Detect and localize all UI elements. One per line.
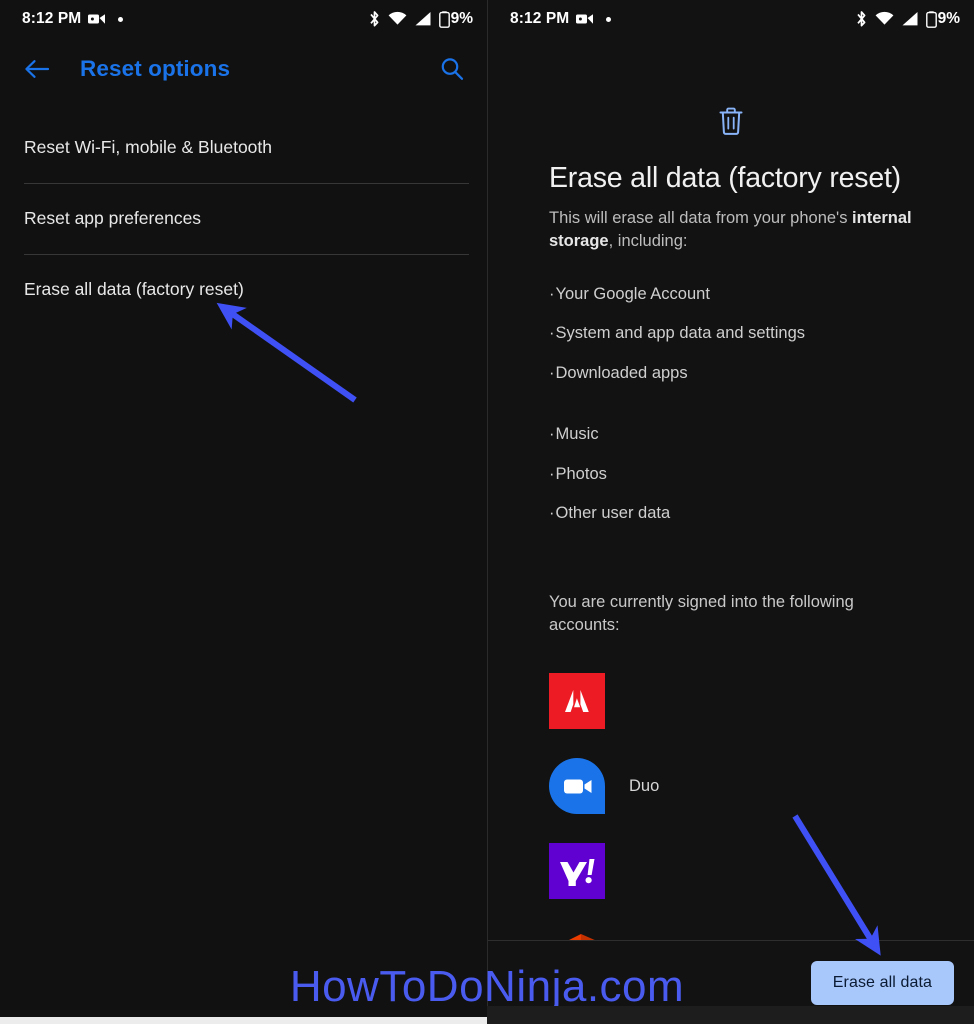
list-item: · Your Google Account (549, 274, 912, 314)
bullet-icon: · (549, 504, 555, 523)
status-bar-left-group: 8:12 PM (510, 10, 612, 28)
bluetooth-icon (855, 10, 868, 28)
cellular-signal-icon (414, 11, 432, 27)
list-item-label: Downloaded apps (555, 363, 688, 382)
page-title: Reset options (80, 56, 231, 81)
bullet-icon: · (549, 464, 555, 483)
right-phone-panel: 8:12 PM 9% Erase all data (factory reset… (487, 0, 974, 1024)
bluetooth-icon (368, 10, 381, 28)
bullet-icon: · (549, 425, 555, 444)
list-item-label: Reset app preferences (24, 208, 202, 228)
accounts-note: You are currently signed into the follow… (549, 593, 854, 635)
description-suffix: , including: (608, 231, 688, 250)
bullet-icon: · (549, 363, 555, 382)
list-item-erase-all-data[interactable]: Erase all data (factory reset) (0, 254, 487, 325)
status-bar-clock: 8:12 PM (510, 10, 570, 27)
trash-can-icon (549, 106, 912, 136)
list-item-reset-network[interactable]: Reset Wi-Fi, mobile & Bluetooth (0, 112, 487, 183)
dot-indicator (118, 16, 124, 22)
wifi-icon (388, 11, 407, 27)
dialog-description: This will erase all data from your phone… (549, 207, 912, 253)
list-item-label: Reset Wi-Fi, mobile & Bluetooth (24, 137, 273, 157)
bullet-icon: · (549, 324, 555, 343)
screen-record-icon (88, 12, 106, 26)
account-row-duo: Duo (549, 744, 912, 829)
list-item-label: System and app data and settings (555, 324, 806, 343)
list-item: · Downloaded apps (549, 353, 912, 393)
list-item: · Photos (549, 454, 912, 494)
factory-reset-body: Erase all data (factory reset) This will… (488, 106, 974, 999)
reset-options-list: Reset Wi-Fi, mobile & Bluetooth Reset ap… (0, 112, 487, 325)
left-toolbar: Reset options (0, 38, 487, 100)
cellular-signal-icon (901, 11, 919, 27)
account-row-yahoo (549, 829, 912, 914)
list-item-label: Erase all data (factory reset) (24, 279, 244, 299)
adobe-icon (549, 673, 605, 730)
status-bar-left-group: 8:12 PM (22, 10, 124, 28)
bottom-edge-left (0, 1017, 487, 1024)
battery-icon (438, 10, 450, 28)
battery-percentage: 9% (937, 10, 960, 27)
list-item: · System and app data and settings (549, 314, 912, 354)
account-label: Duo (629, 776, 660, 795)
description-prefix: This will erase all data from your phone… (549, 208, 853, 227)
duo-icon (549, 758, 605, 815)
dot-indicator (606, 16, 612, 22)
wifi-icon (875, 11, 894, 27)
erased-items-list: · Your Google Account · System and app dat… (549, 274, 912, 533)
bottom-edge-right (487, 1006, 974, 1024)
list-item-label: Your Google Account (555, 284, 710, 303)
list-item: · Other user data (549, 494, 912, 534)
left-phone-panel: 8:12 PM 9% Reset options Reset Wi-Fi, mo… (0, 0, 487, 1024)
list-item-label: Photos (555, 464, 607, 483)
list-item-reset-app-preferences[interactable]: Reset app preferences (0, 183, 487, 254)
status-bar-right-group: 9% (848, 10, 960, 28)
screen-record-icon (576, 12, 594, 26)
search-icon[interactable] (435, 52, 469, 86)
account-row-adobe (549, 659, 912, 744)
list-item: · Music (549, 415, 912, 455)
bullet-icon: · (549, 284, 555, 303)
list-spacer (549, 393, 912, 415)
status-bar-clock: 8:12 PM (22, 10, 82, 27)
status-bar-right-group: 9% (361, 10, 473, 28)
yahoo-icon (549, 843, 605, 900)
screenshot-root: 8:12 PM 9% Reset options Reset Wi-Fi, mo… (0, 0, 974, 1024)
erase-all-data-button[interactable]: Erase all data (810, 960, 954, 1005)
status-bar-left: 8:12 PM 9% (0, 0, 487, 38)
list-item-label: Other user data (555, 504, 671, 523)
dialog-title: Erase all data (factory reset) (549, 162, 901, 194)
arrow-left-icon[interactable] (20, 52, 54, 86)
battery-icon (925, 10, 937, 28)
status-bar-right: 8:12 PM 9% (488, 0, 974, 38)
list-item-label: Music (555, 425, 599, 444)
battery-percentage: 9% (450, 10, 473, 27)
